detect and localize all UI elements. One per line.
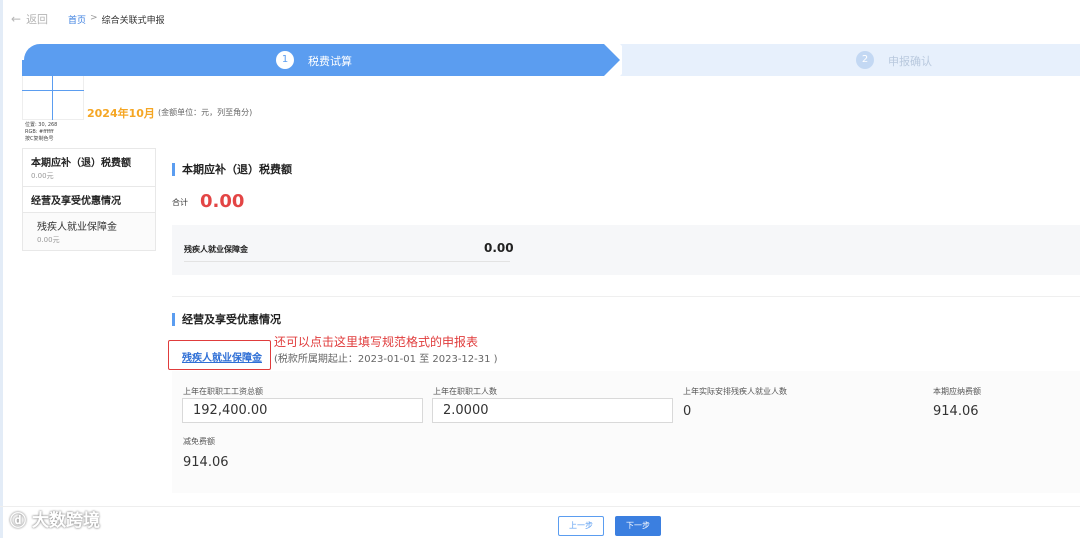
left-edge-strip (0, 0, 3, 538)
step-1-arrow (604, 44, 620, 76)
sidebar-item-tax-due[interactable]: 本期应补（退）税费额 0.00元 (22, 148, 156, 186)
total-value: 0.00 (200, 191, 245, 212)
breadcrumb-home-link[interactable]: 首页 (68, 13, 86, 26)
next-step-button[interactable]: 下一步 (615, 516, 661, 536)
reduction-value: 914.06 (183, 455, 229, 470)
disabled-staff-label: 上年实际安排残疾人就业人数 (683, 387, 787, 396)
breadcrumb-separator: > (90, 13, 98, 23)
disabled-staff-value: 0 (683, 404, 692, 419)
payable-value: 914.06 (933, 404, 979, 419)
unit-note: (金额单位：元，列至角分) (158, 108, 253, 117)
picker-preview-top (22, 60, 84, 76)
section-divider (172, 296, 1080, 297)
page-root: ← 返回 首页 > 综合关联式申报 1 税费试算 2 申报确认 位置: 30, … (0, 0, 1080, 538)
picker-crosshair-h (22, 90, 84, 91)
picker-position: 位置: 30, 268 (25, 122, 58, 128)
section-heading-business: 经营及享受优惠情况 (172, 313, 281, 326)
tax-item-label: 残疾人就业保障金 (184, 245, 248, 254)
total-label: 合计 (172, 198, 188, 207)
step-2-bar (622, 44, 1080, 76)
sidebar-item-title: 经营及享受优惠情况 (31, 196, 121, 207)
breadcrumb-current: 综合关联式申报 (101, 16, 165, 26)
arrow-left-icon: ← (11, 12, 22, 26)
step-2-label: 申报确认 (888, 55, 932, 68)
back-label: 返回 (26, 13, 49, 26)
tax-period-range: (税款所属期起止：2023-01-01 至 2023-12-31 ) (274, 354, 498, 365)
period-label: 2024年10月 (87, 107, 155, 120)
sidebar-item-amount: 0.00元 (31, 172, 54, 180)
section-heading-tax-due: 本期应补（退）税费额 (172, 163, 292, 176)
watermark: ⓓ 大数跨境 (10, 506, 101, 532)
picker-info: 位置: 30, 268 RGB: #ffffff 按C复制色号 (25, 122, 57, 143)
watermark-text: 大数跨境 (32, 511, 101, 531)
disability-fund-link[interactable]: 残疾人就业保障金 (182, 349, 262, 364)
tax-item-panel (172, 225, 1080, 275)
step-progress: 1 税费试算 2 申报确认 (24, 44, 1080, 76)
tax-item-value: 0.00 (484, 241, 514, 255)
picker-hint: 按C复制色号 (25, 136, 54, 142)
prev-step-button[interactable]: 上一步 (558, 516, 604, 536)
step-1-label: 税费试算 (308, 55, 352, 68)
footer-divider (0, 506, 1080, 507)
watermark-logo-icon: ⓓ (10, 510, 27, 530)
step-1-number: 1 (276, 51, 294, 69)
tax-item-underline (184, 261, 510, 262)
color-picker-magnifier (22, 60, 84, 120)
staff-input[interactable]: 2.0000 (432, 398, 673, 423)
wage-label: 上年在职职工工资总额 (183, 387, 263, 396)
back-button[interactable]: ← 返回 (11, 11, 48, 27)
sidebar-item-disability-fund[interactable]: 残疾人就业保障金 0.00元 (22, 212, 156, 251)
annotation-text: 还可以点击这里填写规范格式的申报表 (274, 335, 479, 349)
picker-crosshair-v (52, 76, 53, 120)
sidebar-item-business[interactable]: 经营及享受优惠情况 (22, 186, 156, 212)
step-2-number: 2 (856, 51, 874, 69)
picker-rgb: RGB: #ffffff (25, 129, 54, 135)
reduction-label: 减免费额 (183, 437, 215, 446)
sidebar-item-amount: 0.00元 (37, 236, 60, 244)
wage-input[interactable]: 192,400.00 (182, 398, 423, 423)
staff-label: 上年在职职工人数 (433, 387, 497, 396)
sidebar-item-title: 本期应补（退）税费额 (31, 158, 131, 169)
sidebar-nav: 本期应补（退）税费额 0.00元 经营及享受优惠情况 残疾人就业保障金 0.00… (22, 148, 156, 251)
payable-label: 本期应纳费额 (933, 387, 981, 396)
sidebar-item-title: 残疾人就业保障金 (37, 222, 117, 233)
breadcrumb: 首页 > 综合关联式申报 (68, 13, 165, 26)
